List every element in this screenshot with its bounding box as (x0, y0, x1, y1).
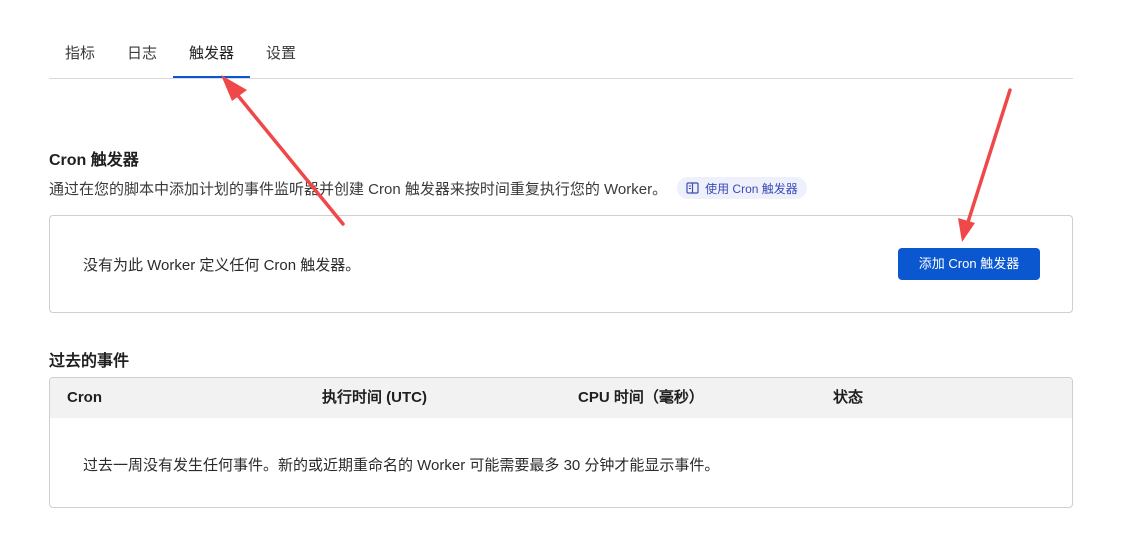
page: 指标 日志 触发器 设置 Cron 触发器 通过在您的脚本中添加计划的事件监听器… (0, 0, 1129, 559)
past-events-table: Cron 执行时间 (UTC) CPU 时间（毫秒） 状态 过去一周没有发生任何… (49, 377, 1073, 508)
add-cron-trigger-button[interactable]: 添加 Cron 触发器 (898, 248, 1040, 280)
tab-settings[interactable]: 设置 (250, 33, 312, 78)
cron-triggers-card: 没有为此 Worker 定义任何 Cron 触发器。 添加 Cron 触发器 (49, 215, 1073, 313)
docs-link-pill[interactable]: 使用 Cron 触发器 (677, 177, 807, 199)
column-header-cpu-time[interactable]: CPU 时间（毫秒） (578, 378, 704, 418)
docs-link-label: 使用 Cron 触发器 (705, 181, 798, 196)
past-events-heading: 过去的事件 (49, 353, 130, 370)
tab-metrics[interactable]: 指标 (49, 33, 111, 78)
table-header: Cron 执行时间 (UTC) CPU 时间（毫秒） 状态 (50, 378, 1072, 418)
cron-triggers-heading: Cron 触发器 (49, 152, 139, 169)
cron-description: 通过在您的脚本中添加计划的事件监听器并创建 Cron 触发器来按时间重复执行您的… (49, 180, 668, 198)
column-header-status[interactable]: 状态 (833, 378, 863, 418)
arrow-to-triggers-tab (221, 75, 345, 226)
tab-bar: 指标 日志 触发器 设置 (49, 33, 1073, 79)
tab-logs[interactable]: 日志 (111, 33, 173, 78)
column-header-cron[interactable]: Cron (67, 378, 102, 418)
cron-empty-message: 没有为此 Worker 定义任何 Cron 触发器。 (83, 257, 361, 274)
events-empty-message: 过去一周没有发生任何事件。新的或近期重命名的 Worker 可能需要最多 30 … (83, 457, 720, 474)
book-icon (686, 182, 699, 194)
column-header-execution-time[interactable]: 执行时间 (UTC) (322, 378, 427, 418)
tab-triggers[interactable]: 触发器 (173, 33, 251, 78)
cron-description-row: 通过在您的脚本中添加计划的事件监听器并创建 Cron 触发器来按时间重复执行您的… (49, 177, 807, 199)
